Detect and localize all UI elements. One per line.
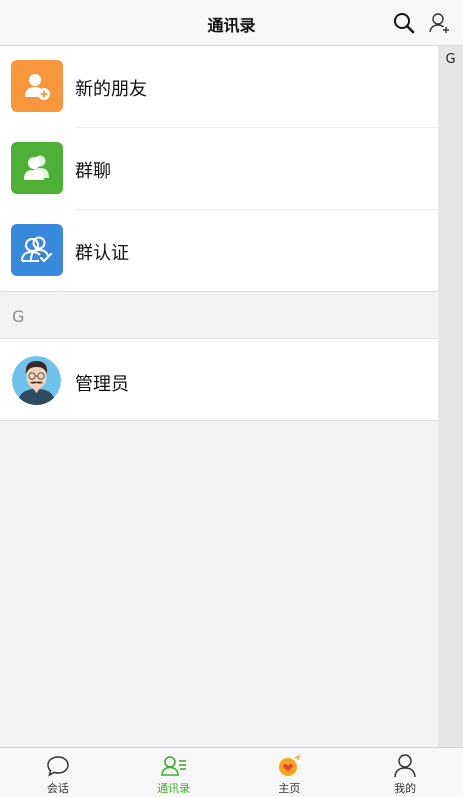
add-contact-icon (429, 13, 449, 33)
group-chat-label: 群聊 (75, 161, 111, 182)
tab-me[interactable]: 我的 (347, 748, 463, 797)
add-friend-icon (11, 60, 63, 112)
section-header-g: G (0, 292, 438, 339)
section-letter: G (12, 307, 25, 326)
add-contact-button[interactable] (427, 10, 453, 36)
search-icon (394, 13, 415, 34)
group-verify-icon (11, 224, 63, 276)
group-verify-item[interactable]: 群认证 (0, 210, 438, 292)
tab-label: 通讯录 (157, 782, 191, 795)
new-friends-item[interactable]: 新的朋友 (0, 46, 438, 128)
search-button[interactable] (391, 10, 417, 36)
new-friends-label: 新的朋友 (75, 79, 147, 100)
tab-contacts[interactable]: 通讯录 (116, 748, 232, 797)
tab-home[interactable]: 主页 (232, 748, 348, 797)
alphabet-index-bar[interactable]: G (438, 46, 463, 747)
tab-chats[interactable]: 会话 (0, 748, 116, 797)
contacts-screen: 通讯录 新的朋友 群聊 群认证 G 管理员 G 会话 通讯录 主页 我的 (0, 0, 463, 797)
person-icon (394, 754, 416, 778)
contacts-icon (160, 756, 186, 776)
index-letter-g[interactable]: G (438, 46, 463, 67)
contact-name: 管理员 (75, 374, 129, 395)
tab-label: 会话 (46, 782, 69, 795)
contact-item[interactable]: 管理员 (0, 339, 438, 421)
top-bar: 通讯录 (0, 0, 463, 46)
chat-bubble-icon (47, 756, 69, 777)
group-chat-item[interactable]: 群聊 (0, 128, 438, 210)
group-chat-icon (11, 142, 63, 194)
contact-avatar (12, 356, 61, 405)
contact-list: 新的朋友 群聊 群认证 G 管理员 (0, 46, 438, 421)
tab-label: 主页 (278, 782, 301, 795)
group-verify-label: 群认证 (75, 243, 129, 264)
bottom-tab-bar: 会话 通讯录 主页 我的 (0, 747, 463, 797)
tab-label: 我的 (394, 782, 417, 795)
home-heart-icon (279, 754, 301, 776)
